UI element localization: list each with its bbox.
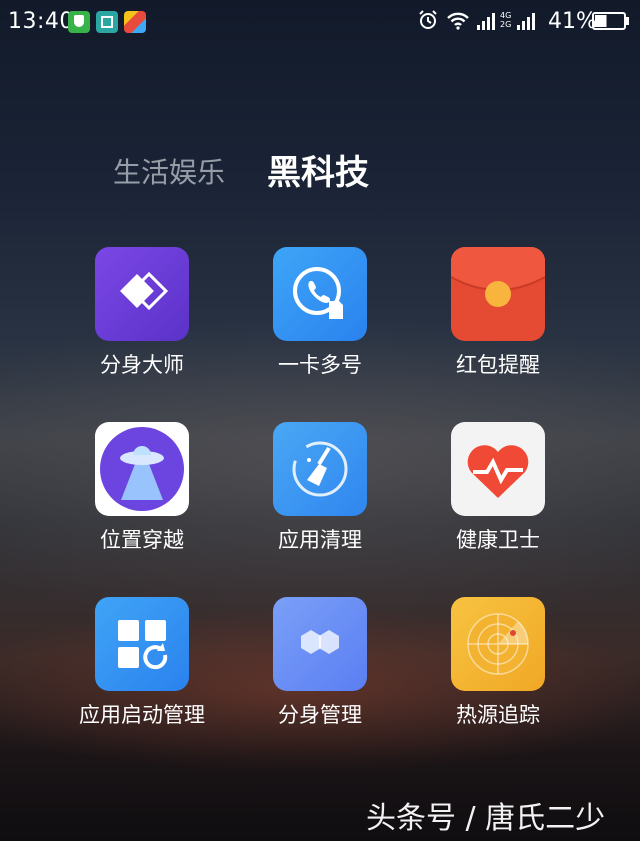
signal-icon [517, 13, 535, 30]
app-label: 应用启动管理 [79, 703, 205, 727]
scan-icon [96, 11, 118, 33]
app-location-travel[interactable]: 位置穿越 [67, 422, 217, 554]
app-multi-number[interactable]: 一卡多号 [245, 247, 395, 379]
app-startup-manager[interactable]: 应用启动管理 [67, 597, 217, 729]
app-heat-tracking[interactable]: 热源追踪 [423, 597, 573, 729]
app-label: 一卡多号 [278, 353, 362, 377]
category-tabs: 生活娱乐 黑科技 [0, 145, 640, 195]
app-red-envelope-reminder[interactable]: 红包提醒 [423, 247, 573, 379]
dual-diamond-icon [95, 247, 189, 341]
wifi-icon [447, 12, 469, 30]
app-label: 红包提醒 [456, 353, 540, 377]
alarm-icon [419, 10, 437, 29]
shield-icon [68, 11, 90, 33]
app-health-guard[interactable]: 健康卫士 [423, 422, 573, 554]
phone-card-icon [273, 247, 367, 341]
broom-icon [273, 422, 367, 516]
grid-refresh-icon [95, 597, 189, 691]
app-label: 分身管理 [278, 703, 362, 727]
tab-life-entertainment[interactable]: 生活娱乐 [113, 151, 225, 191]
tab-black-tech[interactable]: 黑科技 [267, 145, 369, 194]
red-envelope-icon [451, 247, 545, 341]
signal-icon [477, 13, 495, 30]
network-4g: 4G [500, 11, 512, 20]
app-label: 分身大师 [100, 353, 184, 377]
app-label: 应用清理 [278, 528, 362, 552]
status-bar: 13:40 4G 2G 41% [0, 0, 640, 44]
app-cleaner[interactable]: 应用清理 [245, 422, 395, 554]
ufo-icon [95, 422, 189, 516]
battery-percent: 41% [548, 9, 597, 34]
network-2g: 2G [500, 20, 512, 29]
app-label: 位置穿越 [100, 528, 184, 552]
watermark-text: 头条号 / 唐氏二少 [366, 801, 606, 836]
app-clone-manager[interactable]: 分身管理 [245, 597, 395, 729]
app-label: 健康卫士 [456, 528, 540, 552]
network-type: 4G 2G [500, 11, 511, 29]
app-label: 热源追踪 [456, 703, 540, 727]
double-hexagon-icon [273, 597, 367, 691]
status-time: 13:40 [8, 9, 74, 34]
radar-icon [451, 597, 545, 691]
heart-pulse-icon [451, 422, 545, 516]
app-dual-master[interactable]: 分身大师 [67, 247, 217, 379]
game-icon [124, 11, 146, 33]
battery-icon [592, 12, 629, 30]
